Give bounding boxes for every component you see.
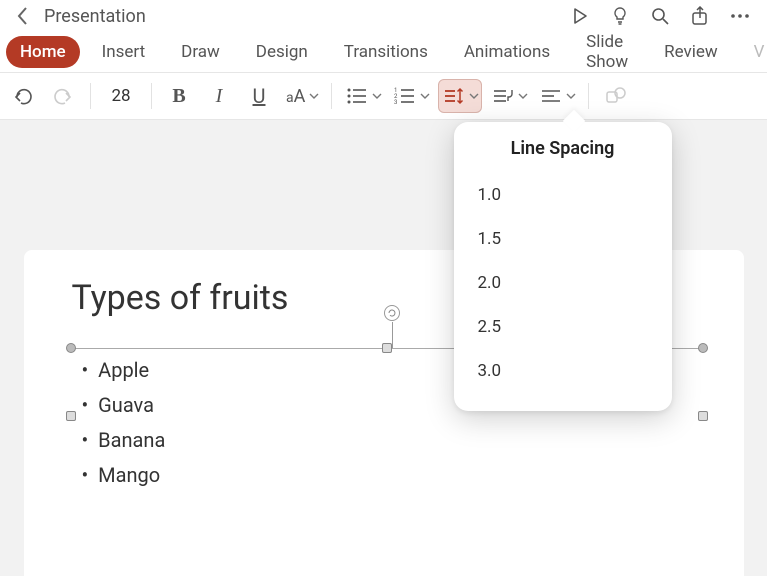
rotate-icon xyxy=(387,308,397,318)
chevron-down-icon xyxy=(309,91,319,101)
slide-canvas-area: Types of fruits Apple Guava Banana Mango… xyxy=(0,120,767,576)
bold-button[interactable]: B xyxy=(162,79,196,113)
line-spacing-option[interactable]: 2.0 xyxy=(476,261,650,305)
chevron-down-icon xyxy=(420,91,430,101)
list-item[interactable]: Banana xyxy=(82,423,700,458)
line-spacing-option[interactable]: 3.0 xyxy=(476,349,650,393)
redo-button[interactable] xyxy=(46,79,80,113)
resize-handle-top-center[interactable] xyxy=(382,343,392,353)
chevron-down-icon xyxy=(469,91,479,101)
line-spacing-button[interactable] xyxy=(438,79,482,113)
ideas-button[interactable] xyxy=(609,5,631,27)
resize-handle-mid-right[interactable] xyxy=(698,411,708,421)
line-spacing-option[interactable]: 2.5 xyxy=(476,305,650,349)
font-size-field[interactable]: 28 xyxy=(101,79,141,113)
share-icon xyxy=(690,6,710,26)
tab-draw[interactable]: Draw xyxy=(167,36,234,68)
rotate-handle-line xyxy=(392,322,393,348)
undo-button[interactable] xyxy=(6,79,40,113)
bullet-list-button[interactable] xyxy=(342,79,384,113)
resize-handle-top-left[interactable] xyxy=(66,343,76,353)
redo-icon xyxy=(52,85,74,107)
play-slideshow-button[interactable] xyxy=(569,5,591,27)
more-button[interactable] xyxy=(729,5,751,27)
search-icon xyxy=(650,6,670,26)
line-spacing-popover: Line Spacing 1.0 1.5 2.0 2.5 3.0 xyxy=(454,122,672,411)
ellipsis-icon xyxy=(729,6,751,26)
font-formatting-icon: aA xyxy=(286,86,305,107)
undo-icon xyxy=(12,85,34,107)
line-spacing-option[interactable]: 1.5 xyxy=(476,217,650,261)
underline-button[interactable]: U xyxy=(242,79,276,113)
line-spacing-option[interactable]: 1.0 xyxy=(476,173,650,217)
shapes-button[interactable] xyxy=(599,79,633,113)
text-direction-icon xyxy=(492,86,514,106)
align-left-icon xyxy=(540,86,562,106)
resize-handle-mid-left[interactable] xyxy=(66,411,76,421)
text-direction-button[interactable] xyxy=(488,79,530,113)
tab-slide-show[interactable]: Slide Show xyxy=(572,26,642,78)
tab-animations[interactable]: Animations xyxy=(450,36,564,68)
document-title: Presentation xyxy=(44,6,146,27)
chevron-down-icon xyxy=(518,91,528,101)
ribbon-tabs: Home Insert Draw Design Transitions Anim… xyxy=(0,32,767,72)
shapes-icon xyxy=(605,86,627,106)
line-spacing-icon xyxy=(443,86,465,106)
share-button[interactable] xyxy=(689,5,711,27)
numbered-list-icon: 1 2 3 xyxy=(394,86,416,106)
tab-review[interactable]: Review xyxy=(650,36,732,68)
slide[interactable]: Types of fruits Apple Guava Banana Mango… xyxy=(24,250,744,576)
home-toolbar: 28 B I U aA 1 2 3 xyxy=(0,72,767,120)
chevron-down-icon xyxy=(566,91,576,101)
align-button[interactable] xyxy=(536,79,578,113)
lightbulb-icon xyxy=(610,6,630,26)
list-item[interactable]: Mango xyxy=(82,458,700,493)
rotate-handle[interactable] xyxy=(384,305,400,321)
resize-handle-top-right[interactable] xyxy=(698,343,708,353)
tab-design[interactable]: Design xyxy=(242,36,322,68)
search-button[interactable] xyxy=(649,5,671,27)
back-button[interactable] xyxy=(6,0,40,32)
numbered-list-button[interactable]: 1 2 3 xyxy=(390,79,432,113)
tab-view-partial[interactable]: V xyxy=(740,36,767,68)
tab-transitions[interactable]: Transitions xyxy=(330,36,442,68)
svg-text:3: 3 xyxy=(394,99,397,106)
tab-home[interactable]: Home xyxy=(6,36,80,68)
bullet-list-icon xyxy=(346,86,368,106)
chevron-left-icon xyxy=(16,6,30,26)
popover-title: Line Spacing xyxy=(476,138,650,159)
chevron-down-icon xyxy=(372,91,382,101)
font-formatting-button[interactable]: aA xyxy=(282,79,321,113)
tab-insert[interactable]: Insert xyxy=(88,36,160,68)
play-icon xyxy=(570,6,590,26)
italic-button[interactable]: I xyxy=(202,79,236,113)
